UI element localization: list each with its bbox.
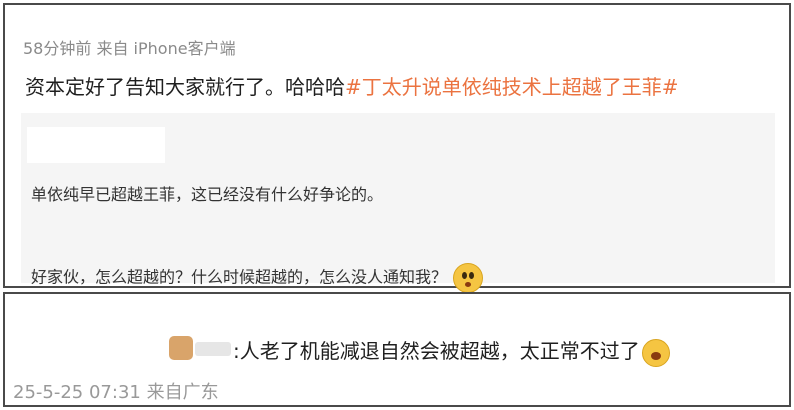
- post-time: 58分钟前: [23, 39, 92, 58]
- avatar[interactable]: [169, 336, 193, 360]
- crying-face-icon: [641, 338, 670, 367]
- comment-card: :人老了机能减退自然会被超越，太正常不过了 25-5-25 07:31 来自广东: [3, 292, 791, 407]
- redacted-commenter-name: [195, 342, 231, 356]
- quoted-post[interactable]: 单依纯早已超越王菲，这已经没有什么好争论的。 好家伙，怎么超越的？什么时候超越的…: [21, 113, 775, 293]
- quoted-text-2-body: 好家伙，怎么超越的？什么时候超越的，怎么没人通知我？: [31, 267, 448, 287]
- post-meta: 58分钟前 来自 iPhone客户端: [23, 35, 236, 59]
- redacted-username: [27, 127, 165, 163]
- comment-body: :人老了机能减退自然会被超越，太正常不过了: [233, 339, 640, 363]
- comment-meta: 25-5-25 07:31 来自广东: [13, 378, 219, 404]
- post-body: 资本定好了告知大家就行了。哈哈哈: [25, 75, 345, 99]
- weibo-post-card: 58分钟前 来自 iPhone客户端 资本定好了告知大家就行了。哈哈哈#丁太升说…: [3, 3, 791, 293]
- comment-timestamp: 25-5-25 07:31: [13, 382, 141, 403]
- quoted-text-1: 单依纯早已超越王菲，这已经没有什么好争论的。: [31, 185, 384, 204]
- post-source[interactable]: 来自 iPhone客户端: [96, 39, 235, 58]
- quoted-text-2: 好家伙，怎么超越的？什么时候超越的，怎么没人通知我？: [31, 263, 484, 293]
- comment-text: :人老了机能减退自然会被超越，太正常不过了: [233, 335, 670, 367]
- hashtag-link[interactable]: #丁太升说单依纯技术上超越了王菲#: [345, 75, 679, 99]
- surprised-face-icon: [453, 263, 484, 293]
- comment-location: 来自广东: [146, 382, 219, 403]
- post-text: 资本定好了告知大家就行了。哈哈哈#丁太升说单依纯技术上超越了王菲#: [25, 71, 679, 100]
